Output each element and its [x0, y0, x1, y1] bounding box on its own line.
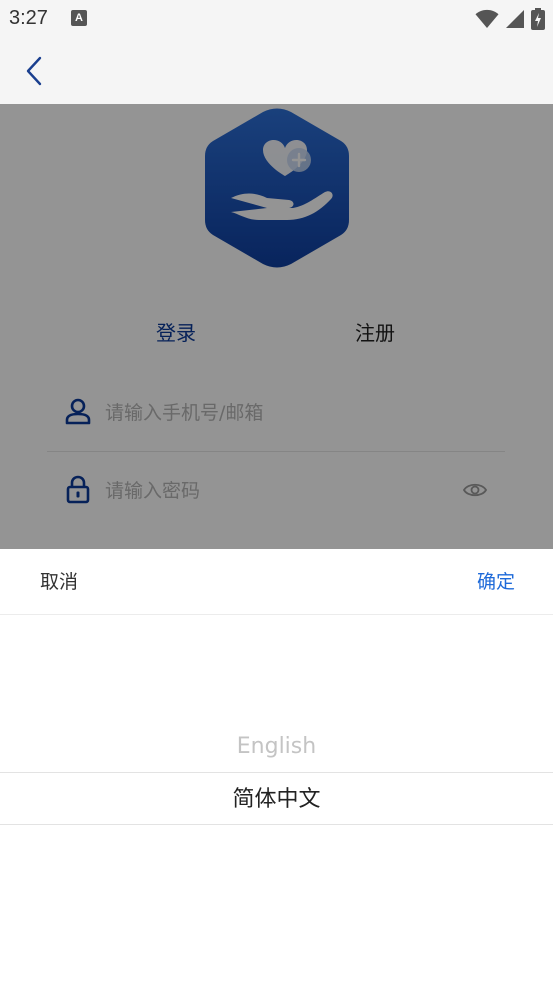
status-bar: 3:27 A [0, 0, 553, 38]
wifi-icon [475, 9, 499, 28]
language-picker-sheet: 取消 确定 English 简体中文 [0, 549, 553, 984]
picker-option-english[interactable]: English [0, 729, 553, 765]
app-header [0, 38, 553, 104]
status-icons [475, 7, 545, 31]
back-button[interactable] [18, 54, 50, 88]
language-picker-wheel[interactable]: English 简体中文 [0, 615, 553, 984]
back-arrow-icon [26, 56, 42, 86]
battery-charging-icon [531, 8, 545, 30]
confirm-button[interactable]: 确定 [477, 567, 515, 597]
picker-option-selected[interactable]: 简体中文 [0, 772, 553, 825]
cellular-signal-icon [506, 10, 524, 28]
status-time: 3:27 [9, 7, 48, 29]
picker-toolbar: 取消 确定 [0, 549, 553, 615]
cancel-button[interactable]: 取消 [40, 567, 78, 597]
modal-overlay[interactable] [0, 104, 553, 549]
notification-letter-icon: A [71, 10, 87, 26]
